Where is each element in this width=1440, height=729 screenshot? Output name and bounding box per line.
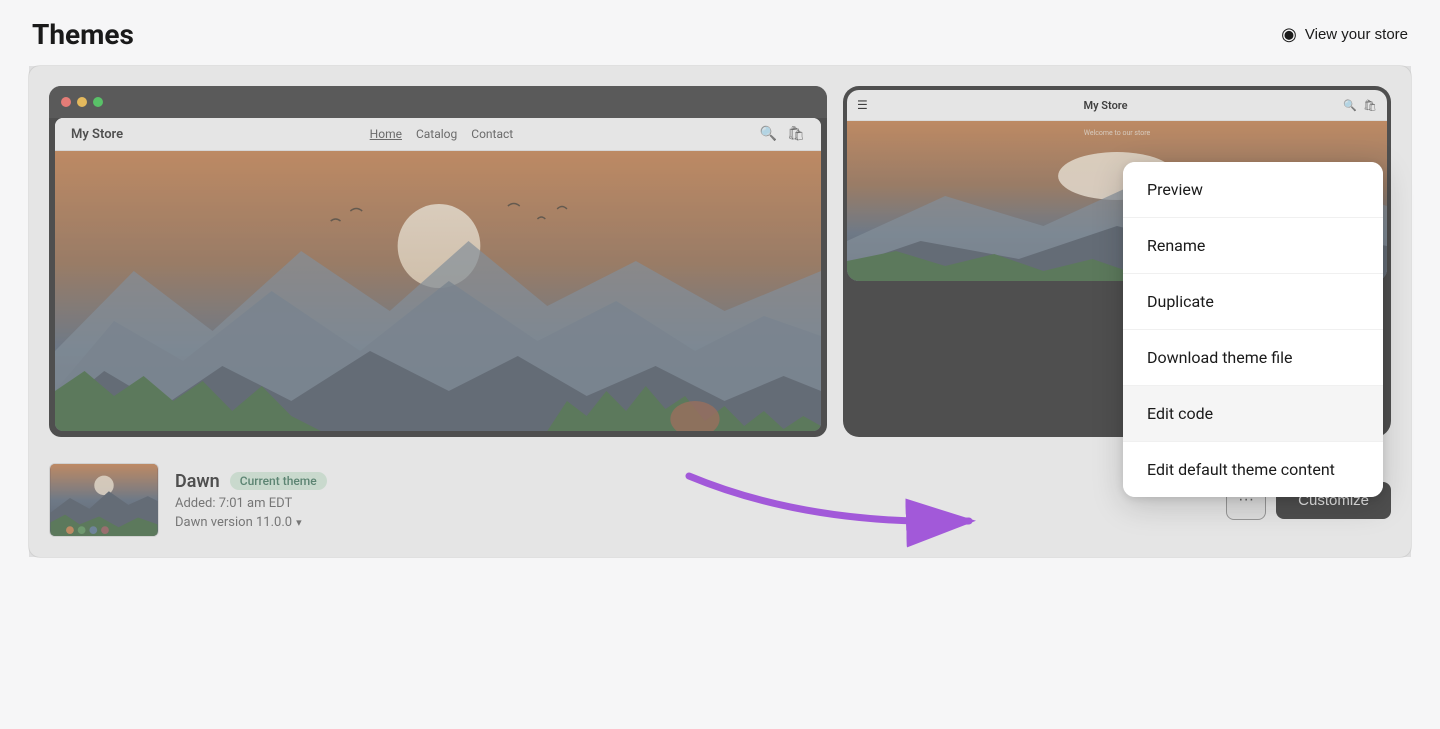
nav-icons: 🔍 🛍 <box>760 126 805 142</box>
nav-home: Home <box>370 127 402 141</box>
mockup-bar <box>49 86 827 118</box>
dot-yellow <box>77 97 87 107</box>
dropdown-item-duplicate[interactable]: Duplicate <box>1123 274 1383 330</box>
mobile-hero-text: Welcome to our store <box>1084 129 1151 137</box>
current-theme-badge: Current theme <box>230 472 327 490</box>
nav-links: Home Catalog Contact <box>370 127 514 141</box>
browser-hero: Welcome to our store <box>55 151 821 431</box>
mobile-nav: ☰ My Store 🔍 🛍 <box>847 90 1387 121</box>
nav-contact: Contact <box>471 127 513 141</box>
mobile-nav-right: 🔍 🛍 <box>1343 99 1377 112</box>
theme-info-left: Dawn Current theme Added: 7:01 am EDT Da… <box>49 463 327 537</box>
browser-content: My Store Home Catalog Contact 🔍 🛍 Welcom… <box>55 118 821 431</box>
desktop-mockup: My Store Home Catalog Contact 🔍 🛍 Welcom… <box>49 86 827 437</box>
view-store-button[interactable]: ◉ View your store <box>1281 24 1408 45</box>
theme-name: Dawn <box>175 471 220 492</box>
search-icon: 🔍 <box>760 126 777 142</box>
nav-catalog: Catalog <box>416 127 457 141</box>
theme-added: Added: 7:01 am EDT <box>175 496 327 511</box>
dot-green <box>93 97 103 107</box>
theme-details: Dawn Current theme Added: 7:01 am EDT Da… <box>175 471 327 530</box>
theme-card: My Store Home Catalog Contact 🔍 🛍 Welcom… <box>28 65 1412 558</box>
mobile-search-icon: 🔍 <box>1343 99 1357 112</box>
page-header: Themes ◉ View your store <box>0 0 1440 65</box>
theme-version[interactable]: Dawn version 11.0.0 ▾ <box>175 515 327 530</box>
dropdown-menu: Preview Rename Duplicate Download theme … <box>1123 162 1383 497</box>
theme-name-row: Dawn Current theme <box>175 471 327 492</box>
chevron-down-icon: ▾ <box>296 516 302 529</box>
dropdown-item-preview[interactable]: Preview <box>1123 162 1383 218</box>
dropdown-item-rename[interactable]: Rename <box>1123 218 1383 274</box>
theme-thumbnail <box>49 463 159 537</box>
store-brand: My Store <box>71 127 123 142</box>
cart-icon: 🛍 <box>787 126 805 142</box>
mobile-store-name: My Store <box>1083 99 1127 112</box>
page-title: Themes <box>32 18 134 51</box>
dot-red <box>61 97 71 107</box>
dropdown-item-download[interactable]: Download theme file <box>1123 330 1383 386</box>
dropdown-item-edit-content[interactable]: Edit default theme content <box>1123 442 1383 497</box>
browser-nav: My Store Home Catalog Contact 🔍 🛍 <box>55 118 821 151</box>
mobile-hamburger-icon: ☰ <box>857 98 868 112</box>
hero-illustration <box>55 151 821 431</box>
eye-icon: ◉ <box>1281 24 1297 45</box>
mobile-cart-icon: 🛍 <box>1363 99 1377 112</box>
view-store-label: View your store <box>1305 26 1408 43</box>
thumbnail-image <box>50 464 158 536</box>
version-text: Dawn version 11.0.0 <box>175 515 292 530</box>
dropdown-item-edit-code[interactable]: Edit code <box>1123 386 1383 442</box>
